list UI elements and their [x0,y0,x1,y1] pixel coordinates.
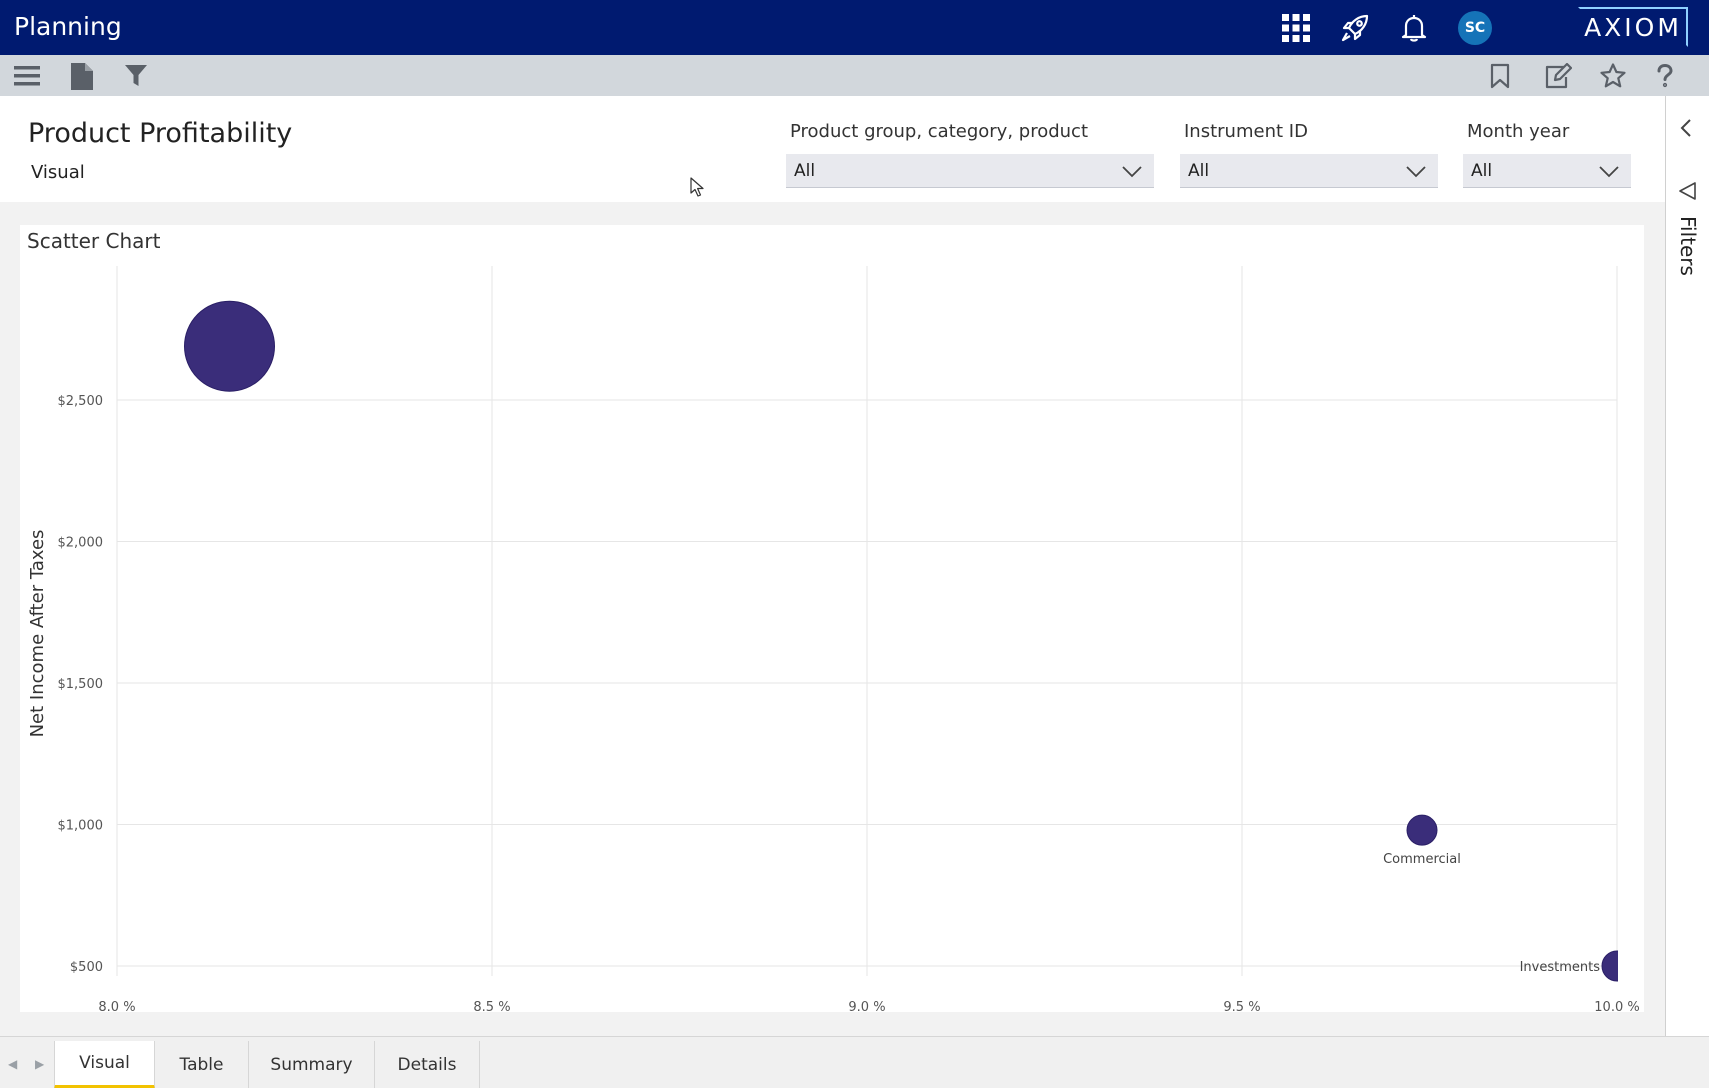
toolbar [0,55,1709,96]
tab-details[interactable]: Details [375,1041,480,1088]
x-tick-label: 9.5 % [1223,1000,1260,1012]
main-content: Product Profitability Visual Product gro… [0,96,1665,1036]
mouse-cursor-icon [690,177,704,202]
month-filter-label: Month year [1467,121,1570,142]
filters-pane[interactable]: Filters [1665,96,1709,1036]
rocket-icon[interactable] [1335,8,1375,48]
scatter-chart: 8.0 % 8.5 % 9.0 % 9.5 % 10.0 % $500 $1,000 $1,5… [27,266,1640,1012]
scatter-chart-card: 8.0 % 8.5 % 9.0 % 9.5 % 10.0 % $500 $1,000 $1,5… [20,225,1644,1012]
megaphone-icon [1679,182,1697,205]
instrument-filter-label: Instrument ID [1184,121,1308,142]
collapse-chevron-left-icon[interactable] [1680,119,1692,142]
filters-pane-label: Filters [1676,216,1700,276]
y-axis-label: Net Income After Taxes [27,530,48,738]
scatter-points [184,300,1632,982]
instrument-filter-value: All [1188,160,1210,181]
help-icon[interactable] [1649,60,1681,92]
month-filter-value: All [1471,160,1493,181]
tab-summary[interactable]: Summary [249,1041,375,1088]
page-subtitle: Visual [31,162,85,183]
hamburger-menu-icon[interactable] [11,60,43,92]
user-avatar[interactable]: SC [1458,11,1492,45]
point-data-label: Commercial [1383,852,1461,867]
tab-scroll-left-icon[interactable]: ◀ [8,1057,17,1071]
scatter-point[interactable] [1406,814,1438,846]
chart-title: Scatter Chart [27,229,161,253]
sheet-tab-bar: ◀ ▶ Visual Table Summary Details [0,1036,1709,1088]
notification-bell-icon[interactable] [1394,8,1434,48]
chevron-down-icon [1122,163,1142,183]
x-tick-label: 8.0 % [98,1000,135,1012]
tab-table[interactable]: Table [155,1041,249,1088]
x-tick-label: 9.0 % [848,1000,885,1012]
x-tick-label: 10.0 % [1594,1000,1639,1012]
bookmark-icon[interactable] [1484,60,1516,92]
y-tick-label: $500 [70,960,103,975]
tab-visual[interactable]: Visual [54,1041,155,1088]
product-filter-value: All [794,160,816,181]
point-data-label: Investments [1520,960,1601,975]
favorite-star-icon[interactable] [1597,60,1629,92]
report-header: Product Profitability Visual Product gro… [0,96,1665,202]
chevron-down-icon [1406,163,1426,183]
app-title: Planning [14,12,122,41]
month-filter-dropdown[interactable]: All [1463,154,1631,188]
y-tick-label: $1,500 [58,677,104,692]
y-tick-label: $2,500 [58,394,104,409]
instrument-filter-dropdown[interactable]: All [1180,154,1438,188]
document-icon[interactable] [66,60,98,92]
scatter-point[interactable] [184,300,275,392]
page-title: Product Profitability [28,118,293,149]
tab-scroll-right-icon[interactable]: ▶ [35,1057,44,1071]
y-tick-label: $1,000 [58,819,104,834]
product-filter-dropdown[interactable]: All [786,154,1154,188]
apps-grid-icon[interactable] [1276,8,1316,48]
scatter-point[interactable] [1601,950,1632,982]
x-tick-label: 8.5 % [473,1000,510,1012]
chevron-down-icon [1599,163,1619,183]
edit-icon[interactable] [1542,60,1574,92]
axiom-logo: AXIOM [1578,7,1688,47]
filter-funnel-icon[interactable] [120,60,152,92]
y-tick-label: $2,000 [58,536,104,551]
product-filter-label: Product group, category, product [790,121,1089,142]
top-bar: Planning SC AXIOM [0,0,1709,55]
